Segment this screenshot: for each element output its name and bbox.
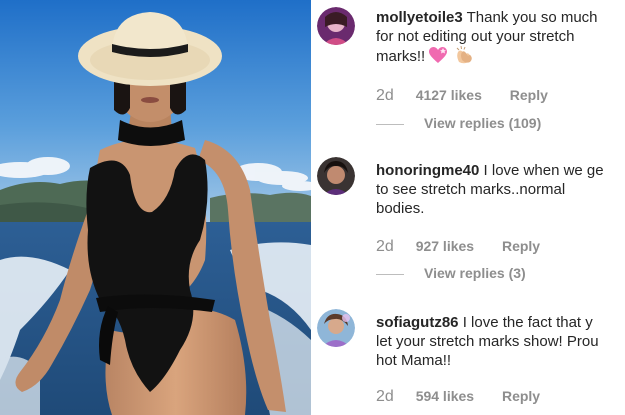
comment-meta: 2d 927 likes Reply (376, 238, 540, 258)
comment-text: mollyetoile3 Thank you so much for not e… (376, 8, 625, 69)
comment-text: honoringme40 I love when we ge to see st… (376, 161, 625, 218)
likes-count[interactable]: 927 likes (416, 238, 474, 254)
woman-in-swimsuit-photo (0, 0, 311, 415)
comment-line-3: bodies. (376, 200, 425, 217)
username[interactable]: honoringme40 (376, 162, 479, 179)
view-replies-button[interactable]: View replies (3) (376, 265, 526, 281)
comment-line-1: mollyetoile3 Thank you so much (376, 8, 625, 27)
pink-heart-icon (429, 47, 448, 69)
reply-button[interactable]: Reply (502, 238, 540, 254)
comment-line-3: marks!! (376, 45, 625, 69)
comment-line-2: to see stretch marks..normal (376, 181, 566, 198)
username[interactable]: mollyetoile3 (376, 9, 463, 26)
comment-body: Thank you so much (466, 9, 598, 26)
avatar[interactable] (317, 7, 355, 45)
username[interactable]: sofiagutz86 (376, 314, 459, 331)
comment-line-2: for not editing out your stretch (376, 28, 575, 45)
comments-panel: mollyetoile3 Thank you so much for not e… (316, 0, 625, 415)
reply-button[interactable]: Reply (502, 388, 540, 404)
comment-body: I love the fact that y (462, 314, 593, 331)
timestamp: 2d (376, 87, 394, 104)
divider-line (376, 273, 404, 275)
timestamp: 2d (376, 238, 394, 255)
comment-meta: 2d 594 likes Reply (376, 388, 540, 408)
comment-line-1: sofiagutz86 I love the fact that y (376, 313, 625, 332)
timestamp: 2d (376, 388, 394, 405)
reply-button[interactable]: Reply (510, 87, 548, 103)
avatar[interactable] (317, 309, 355, 347)
comment-meta: 2d 4127 likes Reply (376, 87, 548, 107)
comment-body: I love when we ge (483, 162, 604, 179)
comment-line-1: honoringme40 I love when we ge (376, 161, 625, 180)
view-replies-button[interactable]: View replies (109) (376, 115, 541, 131)
comment-text: sofiagutz86 I love the fact that y let y… (376, 313, 625, 370)
comment-line-2: let your stretch marks show! Prou (376, 333, 599, 350)
post-photo (0, 0, 311, 415)
comment-line-3: hot Mama!! (376, 352, 452, 369)
likes-count[interactable]: 594 likes (416, 388, 474, 404)
divider-line (376, 123, 404, 125)
likes-count[interactable]: 4127 likes (416, 87, 482, 103)
clapping-hands-icon (455, 45, 475, 69)
avatar[interactable] (317, 157, 355, 195)
